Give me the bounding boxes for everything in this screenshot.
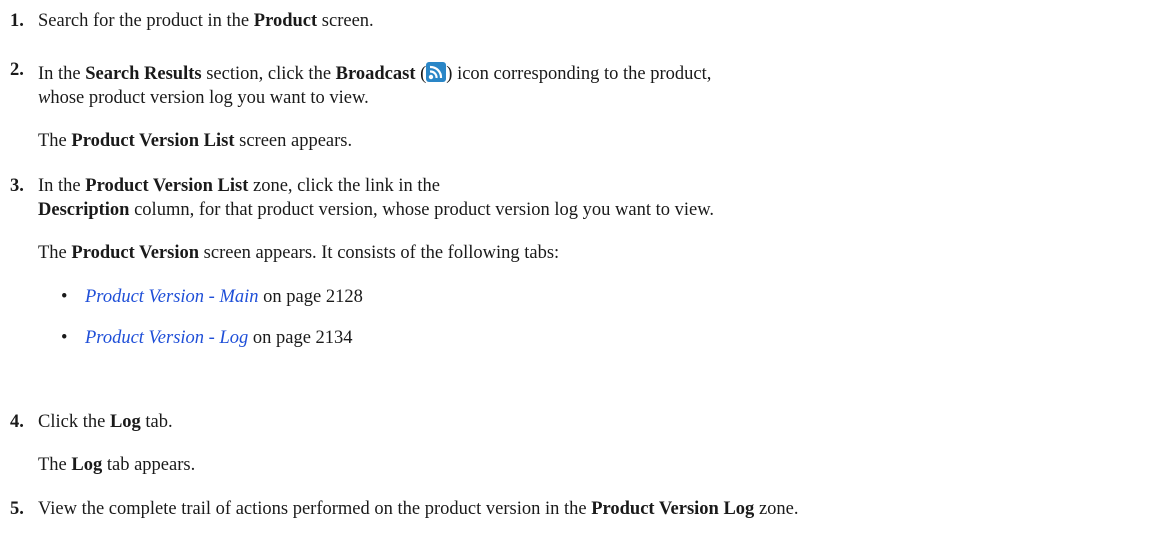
step-text: Search for the product in the Product sc… [38,11,374,31]
broadcast-icon [426,62,447,82]
step-number: 3. [10,176,24,196]
step-text: Click the Log tab. [38,412,173,432]
product-version-log-link[interactable]: Product Version - Log [85,328,248,348]
step-number: 4. [10,412,24,432]
bullet: • [61,287,68,307]
step-result: The Log tab appears. [38,455,196,475]
step-text-line2: Description column, for that product ver… [38,200,714,220]
step-result: The Product Version screen appears. It c… [38,243,560,263]
bullet: • [61,328,68,348]
step-number: 1. [10,11,24,31]
step-number: 2. [10,60,24,80]
list-item-text: Product Version - Log on page 2134 [85,328,353,348]
step-result: The Product Version List screen appears. [38,131,353,151]
step-text: View the complete trail of actions perfo… [38,499,799,519]
step-number: 5. [10,499,24,519]
step-text: In the Search Results section, click the… [38,62,712,84]
list-item-text: Product Version - Main on page 2128 [85,287,363,307]
product-version-main-link[interactable]: Product Version - Main [85,287,259,307]
step-text-line2: whose product version log you want to vi… [38,88,369,108]
step-text: In the Product Version List zone, click … [38,176,440,196]
